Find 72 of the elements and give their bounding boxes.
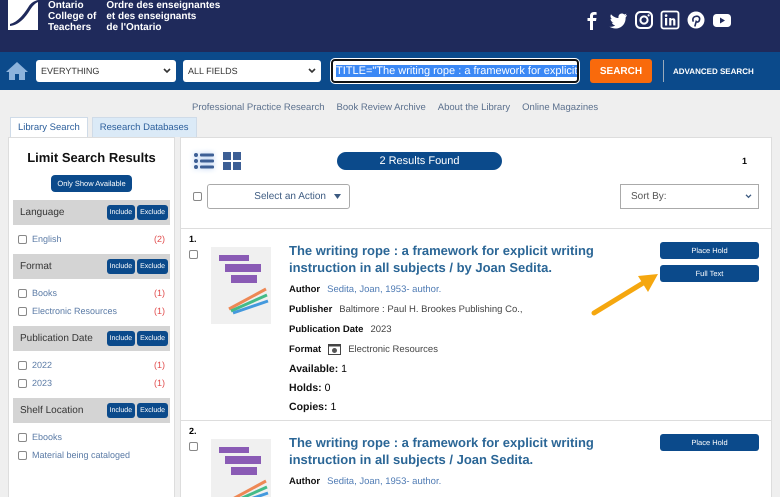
facet-title: Format xyxy=(20,261,52,272)
sort-dropdown[interactable]: Sort By: xyxy=(620,184,759,209)
home-icon[interactable] xyxy=(5,61,29,81)
checkbox[interactable] xyxy=(18,234,27,244)
search-field[interactable]: TITLE="The writing rope : a framework for explicit xyxy=(331,59,579,83)
availability-text: Available: 1 xyxy=(289,363,348,377)
facet-option[interactable]: Electronic Resources xyxy=(32,306,118,316)
page-number[interactable]: 1 xyxy=(742,156,747,166)
checkbox[interactable] xyxy=(193,192,202,201)
availability-text: Holds: 0 xyxy=(289,382,332,396)
list-view-icon[interactable] xyxy=(193,150,215,172)
field-label: Author xyxy=(289,476,320,486)
field-label: Format xyxy=(289,344,322,354)
checkbox[interactable] xyxy=(18,450,27,460)
checkbox[interactable] xyxy=(18,306,27,316)
nav-link[interactable]: About the Library xyxy=(438,102,510,115)
result-title-link[interactable]: The writing rope : a framework for explicit writing instruction in all subjects / by Joan Sedita. xyxy=(289,242,599,276)
field-dropdown[interactable]: ALL FIELDS xyxy=(183,60,321,82)
scope-dropdown[interactable]: EVERYTHING xyxy=(36,60,176,82)
chevron-down-icon xyxy=(308,68,316,74)
chevron-down-icon xyxy=(745,194,752,199)
facet-option[interactable]: 2022 xyxy=(32,360,52,370)
facet-option[interactable]: Books xyxy=(32,288,58,298)
facet-option[interactable]: Material being cataloged xyxy=(32,450,130,460)
field-label: Author xyxy=(289,284,320,294)
tab[interactable]: Research Databases xyxy=(92,117,196,137)
chevron-down-icon xyxy=(163,68,171,74)
checkbox[interactable] xyxy=(18,432,27,442)
pinterest-icon[interactable] xyxy=(686,10,706,30)
org-name-french: Ordre des enseignantes et des enseignants de l'Ontario xyxy=(106,0,220,33)
field-value: Baltimore : Paul H. Brookes Publishing Co., xyxy=(339,304,523,314)
format-icon xyxy=(328,344,342,354)
nav-link[interactable]: Online Magazines xyxy=(522,102,598,115)
result-title-link[interactable]: The writing rope : a framework for explicit writing instruction in all subjects / Joan Sedita. xyxy=(289,434,599,468)
checkbox[interactable] xyxy=(18,288,27,298)
checkbox[interactable] xyxy=(189,250,198,259)
checkbox[interactable] xyxy=(189,442,198,451)
facet-count: (1) xyxy=(154,288,165,298)
result-number: 1. xyxy=(189,234,198,244)
org-name-english: Ontario College of Teachers xyxy=(48,0,96,33)
checkbox[interactable] xyxy=(18,378,27,388)
action-dropdown[interactable]: Select an Action xyxy=(207,184,350,209)
field-label: Publication Date xyxy=(289,324,364,334)
field-label: Publisher xyxy=(289,304,332,314)
availability-text: Copies: 1 xyxy=(289,401,338,415)
tab[interactable]: Library Search xyxy=(10,117,88,137)
checkbox[interactable] xyxy=(18,360,27,370)
author-link[interactable]: Sedita, Joan, 1953- author. xyxy=(327,284,442,294)
grid-view-icon[interactable] xyxy=(221,150,243,172)
nav-link[interactable]: Book Review Archive xyxy=(336,102,426,115)
facet-option[interactable]: Ebooks xyxy=(32,432,62,442)
facet-title: Shelf Location xyxy=(20,405,84,416)
facet-title: Language xyxy=(20,207,64,218)
result-number: 2. xyxy=(189,426,198,436)
facet-title: Publication Date xyxy=(20,333,93,344)
facet-count: (2) xyxy=(154,234,165,244)
advanced-search-link[interactable]: ADVANCED SEARCH xyxy=(673,66,754,76)
author-link[interactable]: Sedita, Joan, 1953- author. xyxy=(327,476,442,486)
logo-icon[interactable] xyxy=(8,0,38,30)
results-count: 2 Results Found xyxy=(337,152,502,170)
facet-count: (1) xyxy=(154,378,165,388)
field-value: Electronic Resources xyxy=(348,344,438,354)
facet-count: (1) xyxy=(154,360,165,370)
field-value: 2023 xyxy=(370,324,392,334)
sidebar-title: Limit Search Results xyxy=(26,150,157,165)
linkedin-icon[interactable] xyxy=(660,10,680,30)
instagram-icon[interactable] xyxy=(634,10,654,30)
caret-icon xyxy=(334,194,341,199)
nav-link[interactable]: Professional Practice Research xyxy=(192,102,325,115)
facet-option[interactable]: 2023 xyxy=(32,378,52,388)
facet-count: (1) xyxy=(154,306,165,316)
facet-option[interactable]: English xyxy=(32,234,62,244)
